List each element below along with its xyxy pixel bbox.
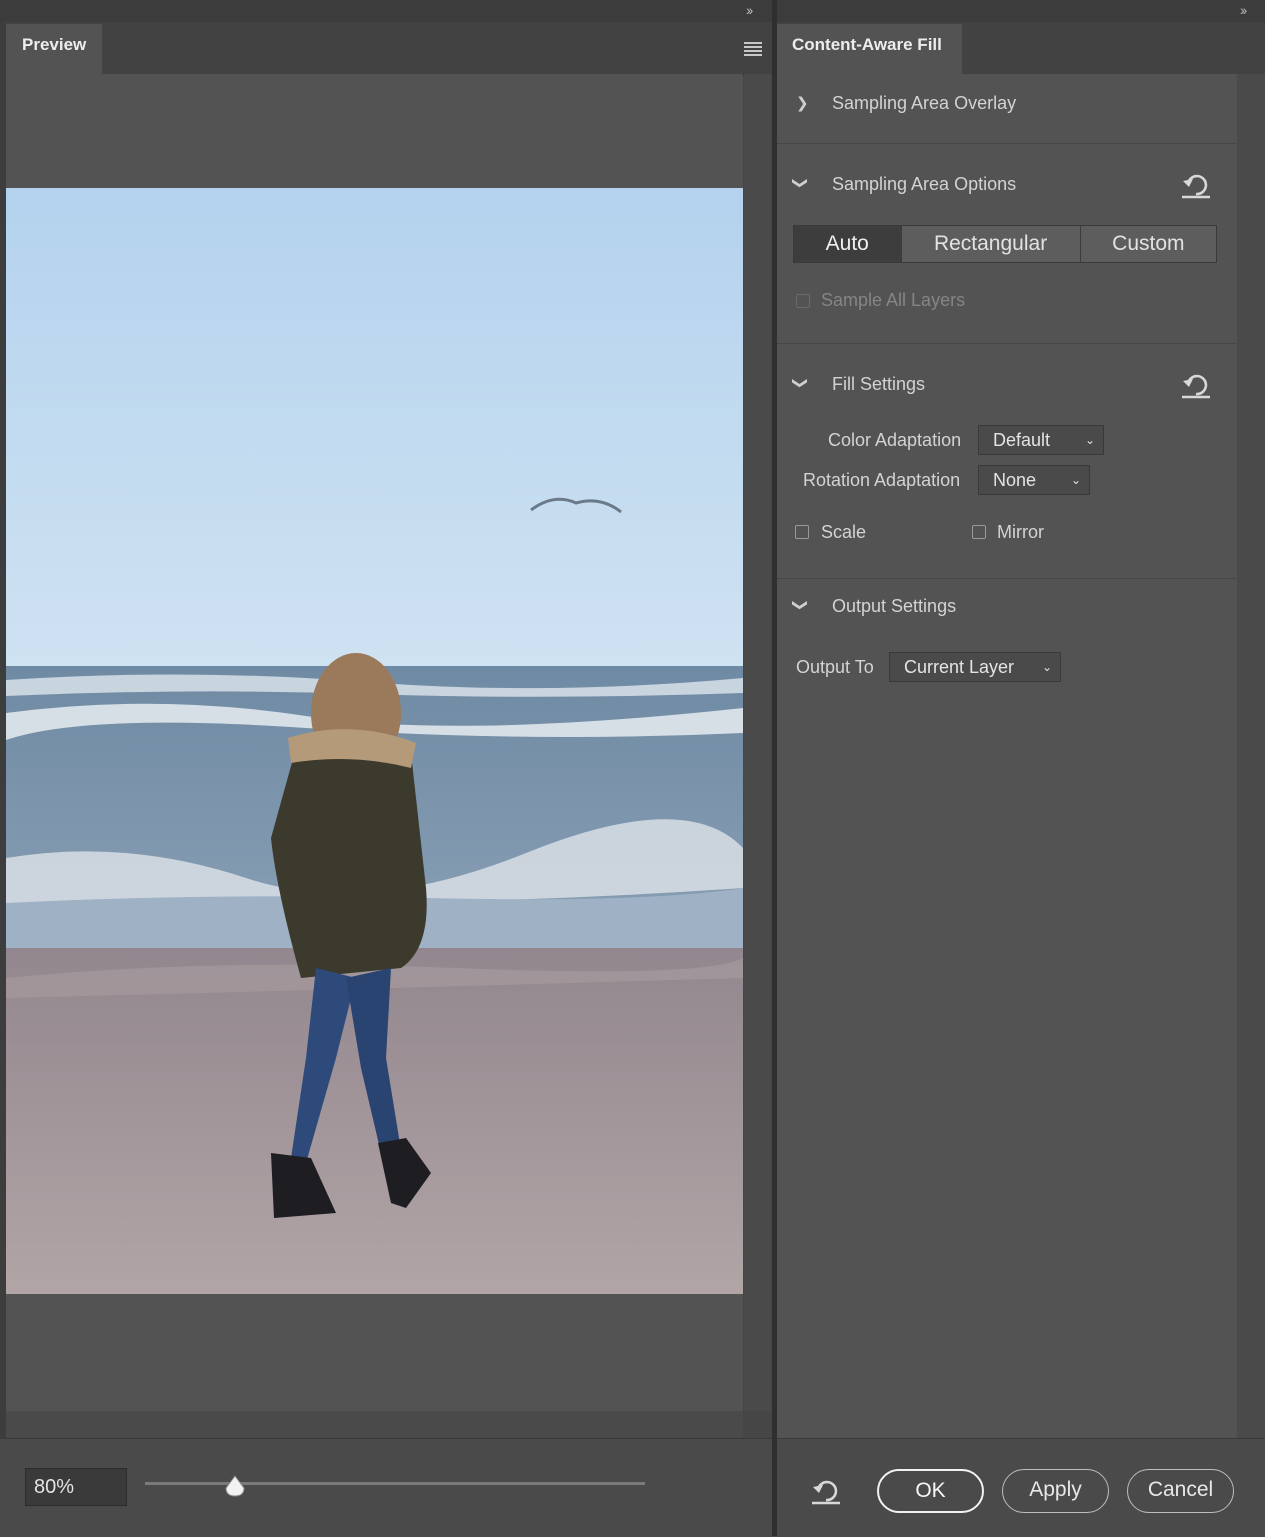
reset-arrow-icon[interactable] (1180, 372, 1212, 400)
collapse-preview-icon[interactable]: ›› (746, 2, 753, 18)
sample-all-layers-checkbox[interactable] (796, 294, 810, 308)
mode-rectangular-button[interactable]: Rectangular (901, 226, 1081, 262)
beach-photo-icon (6, 188, 743, 1294)
output-to-label: Output To (796, 657, 874, 677)
rotation-adaptation-value: None (993, 470, 1037, 490)
reset-arrow-icon[interactable] (810, 1478, 842, 1506)
section-output-settings[interactable]: Output Settings (832, 596, 956, 617)
section-fill-settings[interactable]: Fill Settings (832, 374, 925, 395)
zoom-slider-track[interactable] (145, 1482, 645, 1485)
sample-all-layers-label: Sample All Layers (821, 290, 966, 310)
fill-settings-panel (777, 74, 1237, 1438)
preview-tab-bar (0, 22, 772, 75)
chevron-right-icon[interactable]: ❯ (796, 94, 809, 112)
color-adaptation-dropdown[interactable]: Default ⌄ (978, 425, 1104, 455)
sampling-mode-segmented-control: Auto Rectangular Custom (793, 225, 1217, 263)
chevron-down-icon[interactable]: ❯ (791, 599, 809, 612)
section-sampling-area-options[interactable]: Sampling Area Options (832, 174, 1016, 195)
chevron-down-icon: ⌄ (1084, 433, 1095, 447)
cancel-button[interactable]: Cancel (1127, 1469, 1234, 1513)
scale-checkbox[interactable] (795, 525, 809, 539)
color-adaptation-label: Color Adaptation (828, 430, 962, 450)
tab-content-aware-fill[interactable]: Content-Aware Fill (777, 24, 962, 74)
color-adaptation-value: Default (993, 430, 1051, 450)
collapse-panel-icon[interactable]: ›› (1240, 2, 1247, 18)
hamburger-menu-icon[interactable] (744, 42, 762, 56)
zoom-slider-thumb[interactable] (224, 1474, 246, 1498)
reset-arrow-icon[interactable] (1180, 172, 1212, 200)
output-to-dropdown[interactable]: Current Layer ⌄ (889, 652, 1061, 682)
rotation-adaptation-label: Rotation Adaptation (803, 470, 961, 490)
mode-custom-button[interactable]: Custom (1080, 226, 1217, 262)
zoom-input[interactable]: 80% (25, 1468, 127, 1506)
section-divider (777, 343, 1237, 344)
preview-horizontal-scrollbar[interactable] (6, 1411, 743, 1438)
apply-button[interactable]: Apply (1002, 1469, 1109, 1513)
chevron-down-icon[interactable]: ❯ (791, 177, 809, 190)
chevron-down-icon: ⌄ (1070, 473, 1081, 487)
tab-preview[interactable]: Preview (6, 24, 102, 74)
mirror-label: Mirror (997, 522, 1044, 542)
scale-label: Scale (821, 522, 867, 542)
fill-panel-scrollbar[interactable] (1237, 74, 1265, 1438)
section-sampling-area-overlay[interactable]: Sampling Area Overlay (832, 93, 1016, 114)
preview-image[interactable] (6, 188, 743, 1294)
section-divider (777, 578, 1237, 579)
preview-vertical-scrollbar[interactable] (744, 74, 771, 1411)
chevron-down-icon[interactable]: ❯ (791, 377, 809, 390)
section-divider (777, 143, 1237, 144)
output-to-value: Current Layer (904, 657, 1015, 677)
chevron-down-icon: ⌄ (1041, 660, 1052, 674)
ok-button[interactable]: OK (877, 1469, 984, 1513)
top-strip (0, 0, 1265, 22)
mirror-checkbox[interactable] (972, 525, 986, 539)
mode-auto-button[interactable]: Auto (794, 226, 902, 262)
rotation-adaptation-dropdown[interactable]: None ⌄ (978, 465, 1090, 495)
